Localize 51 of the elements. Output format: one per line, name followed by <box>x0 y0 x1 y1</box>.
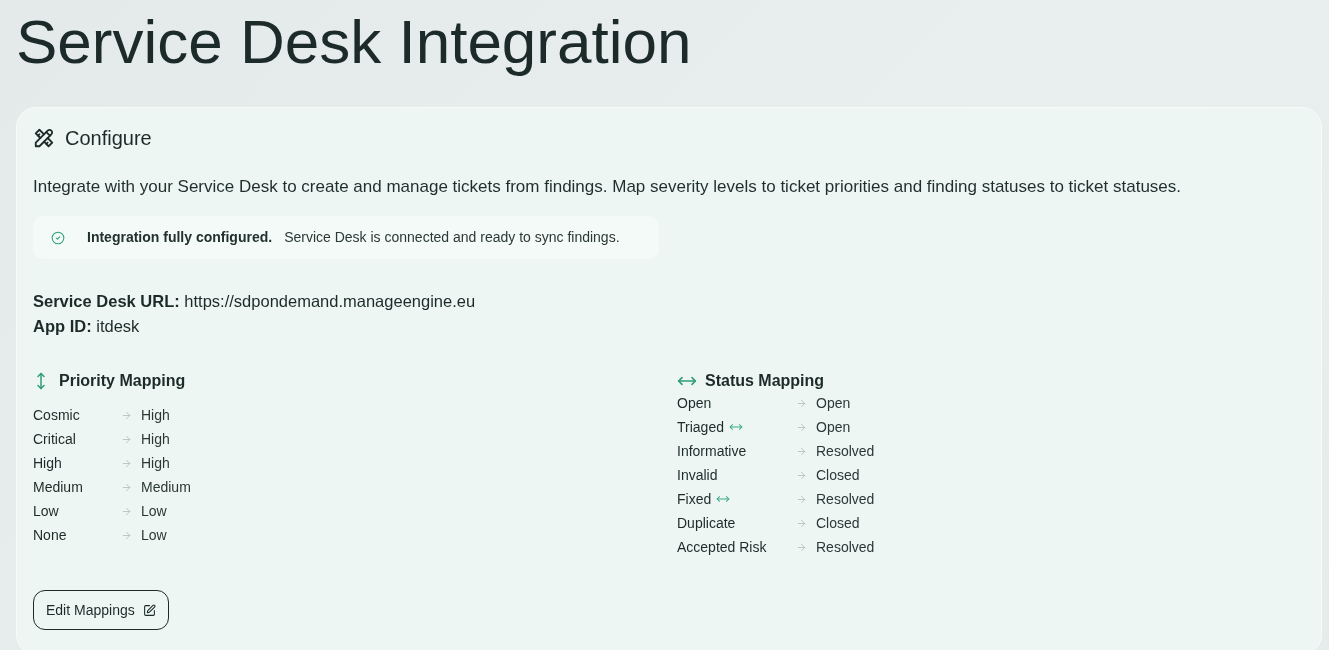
status-label: Invalid <box>677 465 718 485</box>
callout-title: Integration fully configured. <box>87 228 273 247</box>
status-value: Resolved <box>816 441 875 461</box>
severity-label: Cosmic <box>33 406 80 423</box>
callout-message: Service Desk is connected and ready to sync findings. <box>284 228 620 247</box>
arrow-right-icon <box>796 517 807 529</box>
priority-value: Low <box>141 501 167 521</box>
severity-label: Low <box>33 502 59 519</box>
status-label: Open <box>677 393 712 413</box>
priority-value: High <box>141 405 170 425</box>
status-label: Accepted Risk <box>677 537 767 557</box>
severity-label: Critical <box>33 430 76 447</box>
tools-icon <box>33 127 55 149</box>
section-title: Status Mapping <box>705 371 825 391</box>
status-value: Closed <box>816 465 860 485</box>
priority-value: Medium <box>141 477 191 497</box>
detail-line: Service Desk URL: https://sdpondemand.manageengine.eu <box>33 291 476 312</box>
check-circle-icon <box>51 230 65 245</box>
status-value: Open <box>816 393 851 413</box>
priority-value: High <box>141 453 170 473</box>
status-label: Triaged <box>677 417 724 437</box>
card-title: Configure <box>65 126 152 151</box>
arrow-right-icon <box>121 505 132 517</box>
arrow-right-icon <box>796 541 807 553</box>
severity-label: None <box>33 526 67 543</box>
arrow-right-icon <box>121 481 132 493</box>
card-description: Integrate with your Service Desk to create and manage tickets from findings. Map severity levels to ticket priorities and finding statuses to ticket statuses. <box>33 176 1182 198</box>
arrow-right-icon <box>121 433 132 445</box>
status-label: Informative <box>677 441 747 461</box>
detail-line: App ID: itdesk <box>33 316 140 337</box>
arrow-right-icon <box>121 529 132 541</box>
arrow-right-icon <box>796 397 807 409</box>
arrow-right-icon <box>121 409 132 421</box>
status-label: Fixed <box>677 489 712 509</box>
severity-label: Medium <box>33 478 83 495</box>
status-value: Open <box>816 417 851 437</box>
arrow-right-icon <box>796 421 807 433</box>
priority-value: High <box>141 429 170 449</box>
status-value: Closed <box>816 513 860 533</box>
severity-label: High <box>33 454 62 471</box>
section-title: Priority Mapping <box>59 371 186 391</box>
status-value: Resolved <box>816 489 875 509</box>
status-label: Duplicate <box>677 513 736 533</box>
priority-value: Low <box>141 525 167 545</box>
status-value: Resolved <box>816 537 875 557</box>
edit-mappings-button[interactable]: Edit Mappings <box>33 590 169 630</box>
arrow-right-icon <box>796 493 807 505</box>
arrow-right-icon <box>796 469 807 481</box>
edit-icon <box>142 603 156 617</box>
arrow-right-icon <box>796 445 807 457</box>
arrow-right-icon <box>121 457 132 469</box>
